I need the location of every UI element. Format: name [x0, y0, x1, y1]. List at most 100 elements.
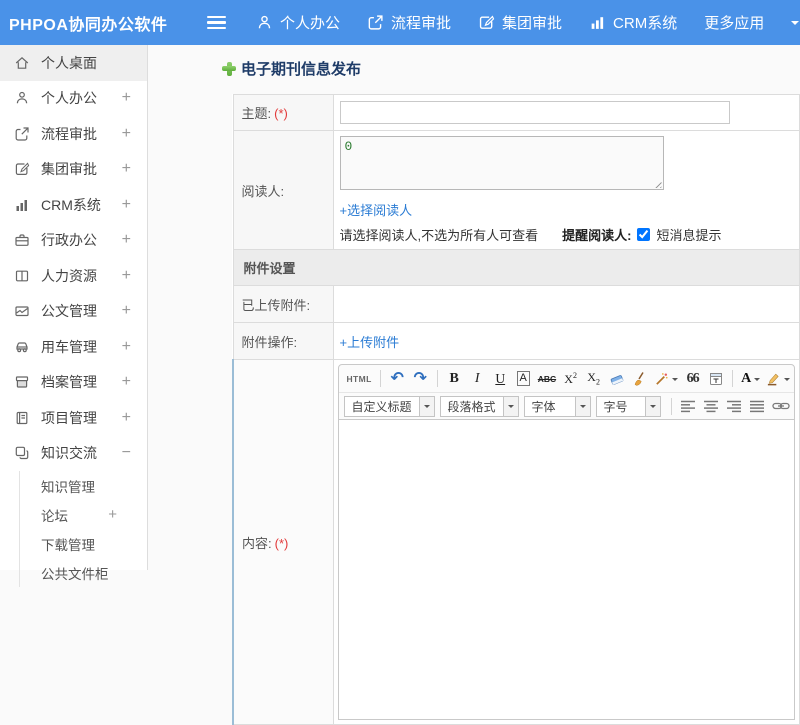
chevron-down-icon: [784, 378, 790, 384]
edit-icon: [478, 14, 495, 31]
sidebar-item-vehicle-management[interactable]: 用车管理 +: [0, 329, 147, 365]
chevron-down-icon: [419, 397, 434, 416]
remove-format-button[interactable]: [606, 368, 627, 390]
undo-icon: ↶: [391, 371, 404, 387]
more-apps-caret[interactable]: [791, 17, 799, 29]
uploaded-attachments-label: 已上传附件:: [233, 286, 333, 323]
superscript-button[interactable]: X2: [560, 368, 581, 390]
nav-personal-office[interactable]: 个人办公: [256, 12, 340, 33]
home-icon: [14, 55, 30, 71]
sidebar-subitem-download-management[interactable]: 下载管理: [20, 529, 147, 558]
briefcase-icon: [14, 232, 30, 248]
book-icon: [14, 268, 30, 284]
paragraph-format-select[interactable]: 段落格式: [440, 396, 519, 417]
top-nav: 个人办公 流程审批 集团审批 CRM系统 更多应用: [256, 12, 799, 33]
chevron-down-icon: [503, 397, 518, 416]
sidebar-subitem-knowledge-management[interactable]: 知识管理: [20, 471, 147, 500]
edit-icon: [14, 161, 30, 177]
editor-content-area[interactable]: [339, 419, 795, 719]
unlink-button[interactable]: [794, 395, 795, 417]
chevron-down-icon: [791, 21, 799, 29]
html-source-button[interactable]: HTML: [345, 368, 374, 390]
insert-link-button[interactable]: [770, 395, 792, 417]
auto-typeset-button[interactable]: [652, 368, 680, 390]
chevron-down-icon: [754, 378, 760, 384]
template-icon: [708, 371, 724, 387]
toolbar-separator: [380, 370, 381, 387]
align-left-icon: [680, 400, 696, 413]
broom-icon: [632, 371, 648, 387]
undo-button[interactable]: ↶: [387, 368, 408, 390]
remind-readers-label: 提醒阅读人:: [562, 225, 631, 244]
stacked-chats-icon: [14, 445, 30, 461]
sidebar-item-personal-office[interactable]: 个人办公 +: [0, 81, 147, 117]
subject-label: 主题:(*): [233, 95, 333, 131]
upload-attachment-link[interactable]: +上传附件: [340, 335, 400, 350]
font-family-select[interactable]: 字体: [524, 396, 591, 417]
justify-button[interactable]: [747, 395, 768, 417]
nav-workflow-approval[interactable]: 流程审批: [367, 12, 451, 33]
align-center-button[interactable]: [701, 395, 722, 417]
ordered-list-button[interactable]: [794, 368, 795, 390]
char-border-button[interactable]: A: [513, 368, 534, 390]
highlight-color-button[interactable]: [764, 368, 792, 390]
subject-input[interactable]: [340, 101, 730, 124]
insert-template-button[interactable]: [705, 368, 726, 390]
sidebar-subitem-forum[interactable]: 论坛 +: [20, 500, 147, 529]
italic-button[interactable]: I: [467, 368, 488, 390]
subscript-button[interactable]: X2: [583, 368, 604, 390]
page-title: 电子期刊信息发布: [222, 58, 800, 79]
blockquote-button[interactable]: 66: [682, 368, 703, 390]
font-size-select[interactable]: 字号: [596, 396, 661, 417]
sms-remind-checkbox[interactable]: [637, 228, 650, 241]
required-mark: (*): [275, 536, 289, 551]
sidebar-subitem-public-file-cabinet[interactable]: 公共文件柜: [20, 558, 147, 587]
select-readers-link[interactable]: +选择阅读人: [340, 200, 794, 219]
bar-chart-icon: [589, 14, 606, 31]
sidebar-item-admin-office[interactable]: 行政办公 +: [0, 223, 147, 259]
sidebar-item-crm-system[interactable]: CRM系统 +: [0, 187, 147, 223]
top-bar: PHPOA协同办公软件 个人办公 流程审批 集团审批 CRM系统: [0, 0, 800, 45]
custom-title-select[interactable]: 自定义标题: [344, 396, 435, 417]
nav-crm-system[interactable]: CRM系统: [589, 12, 677, 33]
bold-button[interactable]: B: [444, 368, 465, 390]
sidebar-item-group-approval[interactable]: 集团审批 +: [0, 152, 147, 188]
sidebar-item-human-resources[interactable]: 人力资源 +: [0, 258, 147, 294]
attachment-operation-label: 附件操作:: [233, 323, 333, 360]
strikethrough-button[interactable]: ABC: [536, 368, 558, 390]
main-content: 电子期刊信息发布 主题:(*) 阅读人: 0 +选择阅读人 请选择阅读人,不选为…: [149, 45, 800, 570]
align-center-icon: [703, 400, 719, 413]
page-title-text: 电子期刊信息发布: [241, 58, 361, 79]
sidebar-item-personal-desktop[interactable]: 个人桌面: [0, 45, 147, 81]
redo-button[interactable]: ↷: [410, 368, 431, 390]
chevron-down-icon: [672, 378, 678, 384]
archive-box-icon: [14, 374, 30, 390]
rich-text-editor: HTML ↶ ↷ B I U A ABC X2 X2: [338, 364, 796, 720]
content-label: 内容:(*): [233, 360, 333, 725]
clear-format-button[interactable]: [629, 368, 650, 390]
sidebar-item-project-management[interactable]: 项目管理 +: [0, 400, 147, 436]
toolbar-separator: [437, 370, 438, 387]
attachment-section-header: 附件设置: [233, 250, 800, 286]
nav-group-approval[interactable]: 集团审批: [478, 12, 562, 33]
nav-more-apps[interactable]: 更多应用: [704, 12, 764, 33]
nav-label: 集团审批: [502, 12, 562, 33]
readers-textarea[interactable]: 0: [340, 136, 664, 190]
font-color-button[interactable]: A: [739, 368, 762, 390]
underline-button[interactable]: U: [490, 368, 511, 390]
align-left-button[interactable]: [678, 395, 699, 417]
align-right-button[interactable]: [724, 395, 745, 417]
person-icon: [256, 14, 273, 31]
flow-share-icon: [14, 126, 30, 142]
editor-toolbar-row-1: HTML ↶ ↷ B I U A ABC X2 X2: [339, 365, 795, 392]
sidebar-item-archive-management[interactable]: 档案管理 +: [0, 365, 147, 401]
chevron-down-icon: [575, 397, 590, 416]
readers-hint: 请选择阅读人,不选为所有人可查看: [340, 225, 539, 244]
sidebar-item-workflow-approval[interactable]: 流程审批 +: [0, 116, 147, 152]
hamburger-menu-icon[interactable]: [207, 16, 226, 30]
envelope-icon: [14, 303, 30, 319]
sidebar-item-knowledge-exchange[interactable]: 知识交流 −: [0, 436, 147, 472]
sidebar-item-document-management[interactable]: 公文管理 +: [0, 294, 147, 330]
nav-label: 流程审批: [391, 12, 451, 33]
required-mark: (*): [274, 106, 288, 121]
